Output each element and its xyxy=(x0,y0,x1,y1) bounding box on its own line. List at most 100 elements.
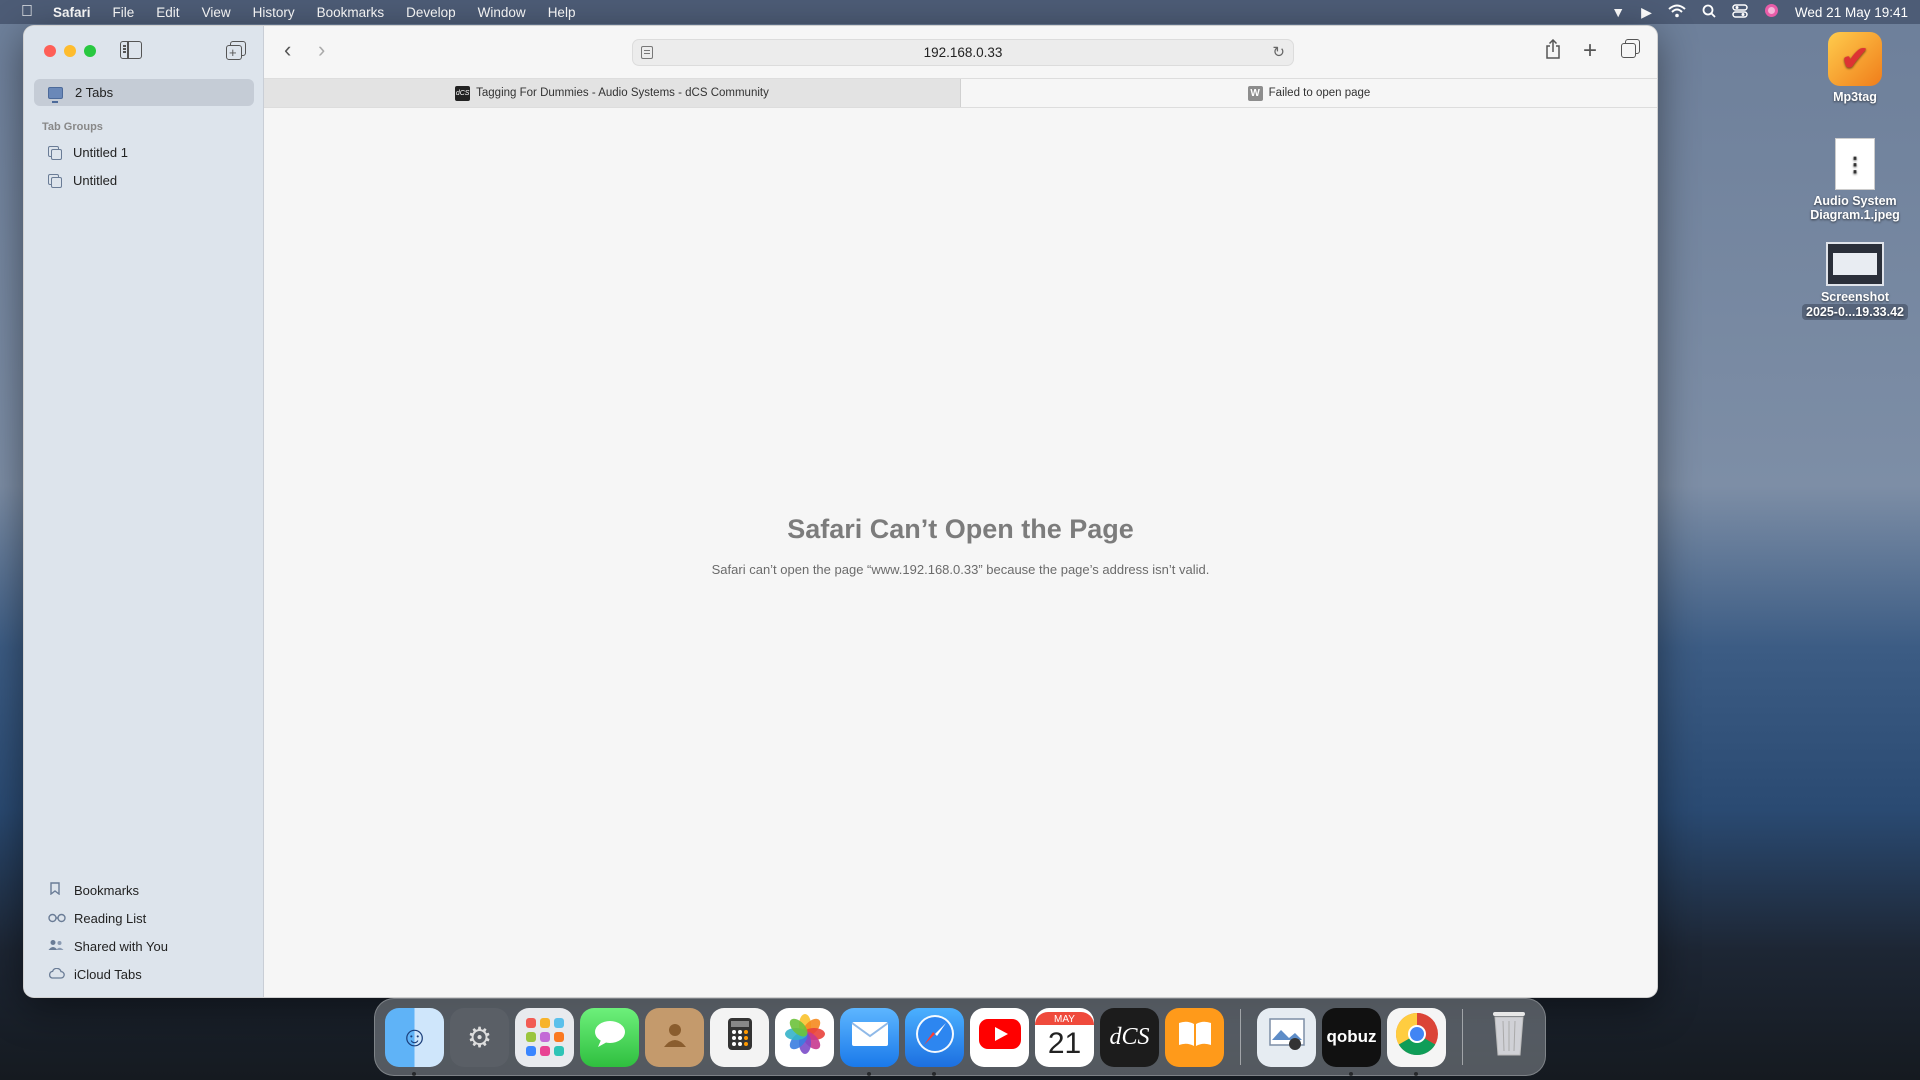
sidebar-item-label: Bookmarks xyxy=(74,882,140,898)
share-button[interactable] xyxy=(1545,38,1561,65)
calendar-day: 21 xyxy=(1047,1026,1082,1060)
dock-trash[interactable] xyxy=(1479,1008,1538,1067)
dock-launchpad[interactable] xyxy=(515,1007,574,1067)
desktop-icon-screenshot[interactable]: Screenshot 2025-0...19.33.42 xyxy=(1790,242,1920,320)
address-bar[interactable]: 192.168.0.33 ↻ xyxy=(632,39,1294,66)
qobuz-logo: qobuz xyxy=(1326,1027,1377,1046)
control-center-icon[interactable] xyxy=(1732,3,1748,21)
address-text: 192.168.0.33 xyxy=(923,45,1003,60)
sidebar-item-bookmarks[interactable]: Bookmarks xyxy=(48,879,139,901)
tab-overview-icon xyxy=(1621,39,1640,58)
menu-window[interactable]: Window xyxy=(467,5,537,20)
tab-failed-to-open[interactable]: W Failed to open page xyxy=(961,79,1657,107)
photos-flower-icon xyxy=(784,1013,826,1062)
sidebar-item-tab-group-2[interactable]: Untitled xyxy=(48,169,117,191)
desktop-icon-mp3tag[interactable]: ✔ Mp3tag xyxy=(1790,32,1920,104)
dock-contacts[interactable] xyxy=(645,1007,704,1067)
dock-separator xyxy=(1240,1009,1241,1065)
menu-safari[interactable]: Safari xyxy=(42,5,102,20)
play-icon[interactable]: ▶ xyxy=(1641,4,1652,21)
siri-icon[interactable] xyxy=(1764,3,1779,21)
menu-edit[interactable]: Edit xyxy=(145,5,190,20)
open-book-icon xyxy=(1177,1020,1213,1055)
menubar-clock[interactable]: Wed 21 May 19:41 xyxy=(1795,5,1908,20)
menu-bar:  Safari File Edit View History Bookmark… xyxy=(0,0,1920,24)
bookmark-icon xyxy=(48,882,62,898)
menu-help[interactable]: Help xyxy=(537,5,587,20)
dock-qobuz[interactable]: qobuz xyxy=(1322,1007,1381,1076)
dock-chrome[interactable] xyxy=(1387,1007,1446,1076)
w-favicon-icon: W xyxy=(1247,85,1263,101)
gear-icon: ⚙ xyxy=(466,1021,493,1053)
youtube-play-icon xyxy=(978,1018,1022,1057)
dock-calendar[interactable]: MAY 21 xyxy=(1035,1007,1094,1067)
back-button[interactable]: ‹ xyxy=(284,37,291,63)
wifi-icon[interactable] xyxy=(1668,4,1686,21)
dock-separator xyxy=(1462,1009,1463,1065)
tab-title: Tagging For Dummies - Audio Systems - dC… xyxy=(476,87,769,99)
sidebar-item-tabs[interactable]: 2 Tabs xyxy=(34,79,254,106)
chrome-icon xyxy=(1394,1011,1440,1064)
sidebar-item-reading-list[interactable]: Reading List xyxy=(48,907,146,929)
minimize-button[interactable] xyxy=(64,45,76,57)
new-tab-group-icon[interactable]: + xyxy=(226,41,246,60)
close-button[interactable] xyxy=(44,45,56,57)
dock-calculator[interactable] xyxy=(710,1007,769,1067)
toolbar: ‹ › 192.168.0.33 ↻ + xyxy=(264,26,1657,78)
sidebar-toggle-icon[interactable] xyxy=(120,41,142,59)
desktop-icon-label: Audio System xyxy=(1813,194,1897,208)
calendar-month: MAY xyxy=(1035,1011,1094,1025)
sidebar-item-label: iCloud Tabs xyxy=(74,966,142,982)
contact-person-icon xyxy=(660,1019,690,1056)
dock-finder[interactable]: ☺ xyxy=(385,1007,444,1076)
new-tab-button[interactable]: + xyxy=(1583,39,1597,63)
error-message: Safari can’t open the page “www.192.168.… xyxy=(711,562,1210,577)
desktop-icon-label-line2: 2025-0...19.33.42 xyxy=(1802,304,1908,320)
tab-overview-button[interactable] xyxy=(1621,39,1640,58)
dock-books[interactable] xyxy=(1165,1007,1224,1067)
mp3tag-app-icon: ✔ xyxy=(1828,32,1882,86)
tab-group-icon xyxy=(48,173,62,188)
menu-bookmarks[interactable]: Bookmarks xyxy=(306,5,396,20)
finder-icon: ☺ xyxy=(400,1021,429,1052)
apple-menu-icon[interactable]:  xyxy=(12,3,42,21)
dock-youtube[interactable] xyxy=(970,1007,1029,1067)
reading-list-icon xyxy=(48,911,66,926)
dcs-favicon-icon: dCS xyxy=(455,85,471,101)
dock-photos[interactable] xyxy=(775,1007,834,1067)
menu-develop[interactable]: Develop xyxy=(395,5,467,20)
sidebar-item-label: Untitled xyxy=(73,172,118,188)
sidebar-item-shared-with-you[interactable]: Shared with You xyxy=(48,935,168,957)
desktop-icon-label: Screenshot xyxy=(1820,290,1890,304)
sidebar-item-tab-group-1[interactable]: Untitled 1 xyxy=(48,141,128,163)
reload-icon[interactable]: ↻ xyxy=(1272,43,1285,61)
page-content: Safari Can’t Open the Page Safari can’t … xyxy=(264,109,1657,997)
menu-view[interactable]: View xyxy=(191,5,242,20)
dock-messages[interactable] xyxy=(580,1007,639,1067)
search-icon[interactable] xyxy=(1702,4,1716,21)
monitor-icon xyxy=(48,86,63,103)
airpods-icon[interactable]: ▼ xyxy=(1611,4,1625,20)
desktop-icon-audio-diagram[interactable]: ⋮ Audio System Diagram.1.jpeg xyxy=(1790,138,1920,222)
dock-safari[interactable] xyxy=(905,1007,964,1076)
dock-preview[interactable] xyxy=(1257,1007,1316,1067)
tab-tagging-for-dummies[interactable]: dCS Tagging For Dummies - Audio Systems … xyxy=(264,79,961,107)
dock-mail[interactable] xyxy=(840,1007,899,1076)
preview-icon xyxy=(1267,1016,1307,1059)
page-menu-icon[interactable] xyxy=(641,46,653,59)
tab-group-icon xyxy=(48,145,62,160)
dock: ☺ ⚙ MAY 21 dCS qobuz xyxy=(374,998,1546,1076)
tab-title: Failed to open page xyxy=(1268,87,1371,99)
envelope-icon xyxy=(850,1021,889,1054)
forward-button[interactable]: › xyxy=(318,37,325,63)
shared-people-icon xyxy=(48,939,64,954)
dock-system-settings[interactable]: ⚙ xyxy=(450,1007,509,1067)
tab-bar: dCS Tagging For Dummies - Audio Systems … xyxy=(264,78,1657,108)
sidebar-item-icloud-tabs[interactable]: iCloud Tabs xyxy=(48,963,142,985)
menu-file[interactable]: File xyxy=(102,5,146,20)
zoom-button[interactable] xyxy=(84,45,96,57)
screenshot-file-icon xyxy=(1826,242,1884,286)
dock-dcs[interactable]: dCS xyxy=(1100,1007,1159,1067)
desktop-icon-label-line2: Diagram.1.jpeg xyxy=(1810,208,1900,222)
menu-history[interactable]: History xyxy=(242,5,306,20)
